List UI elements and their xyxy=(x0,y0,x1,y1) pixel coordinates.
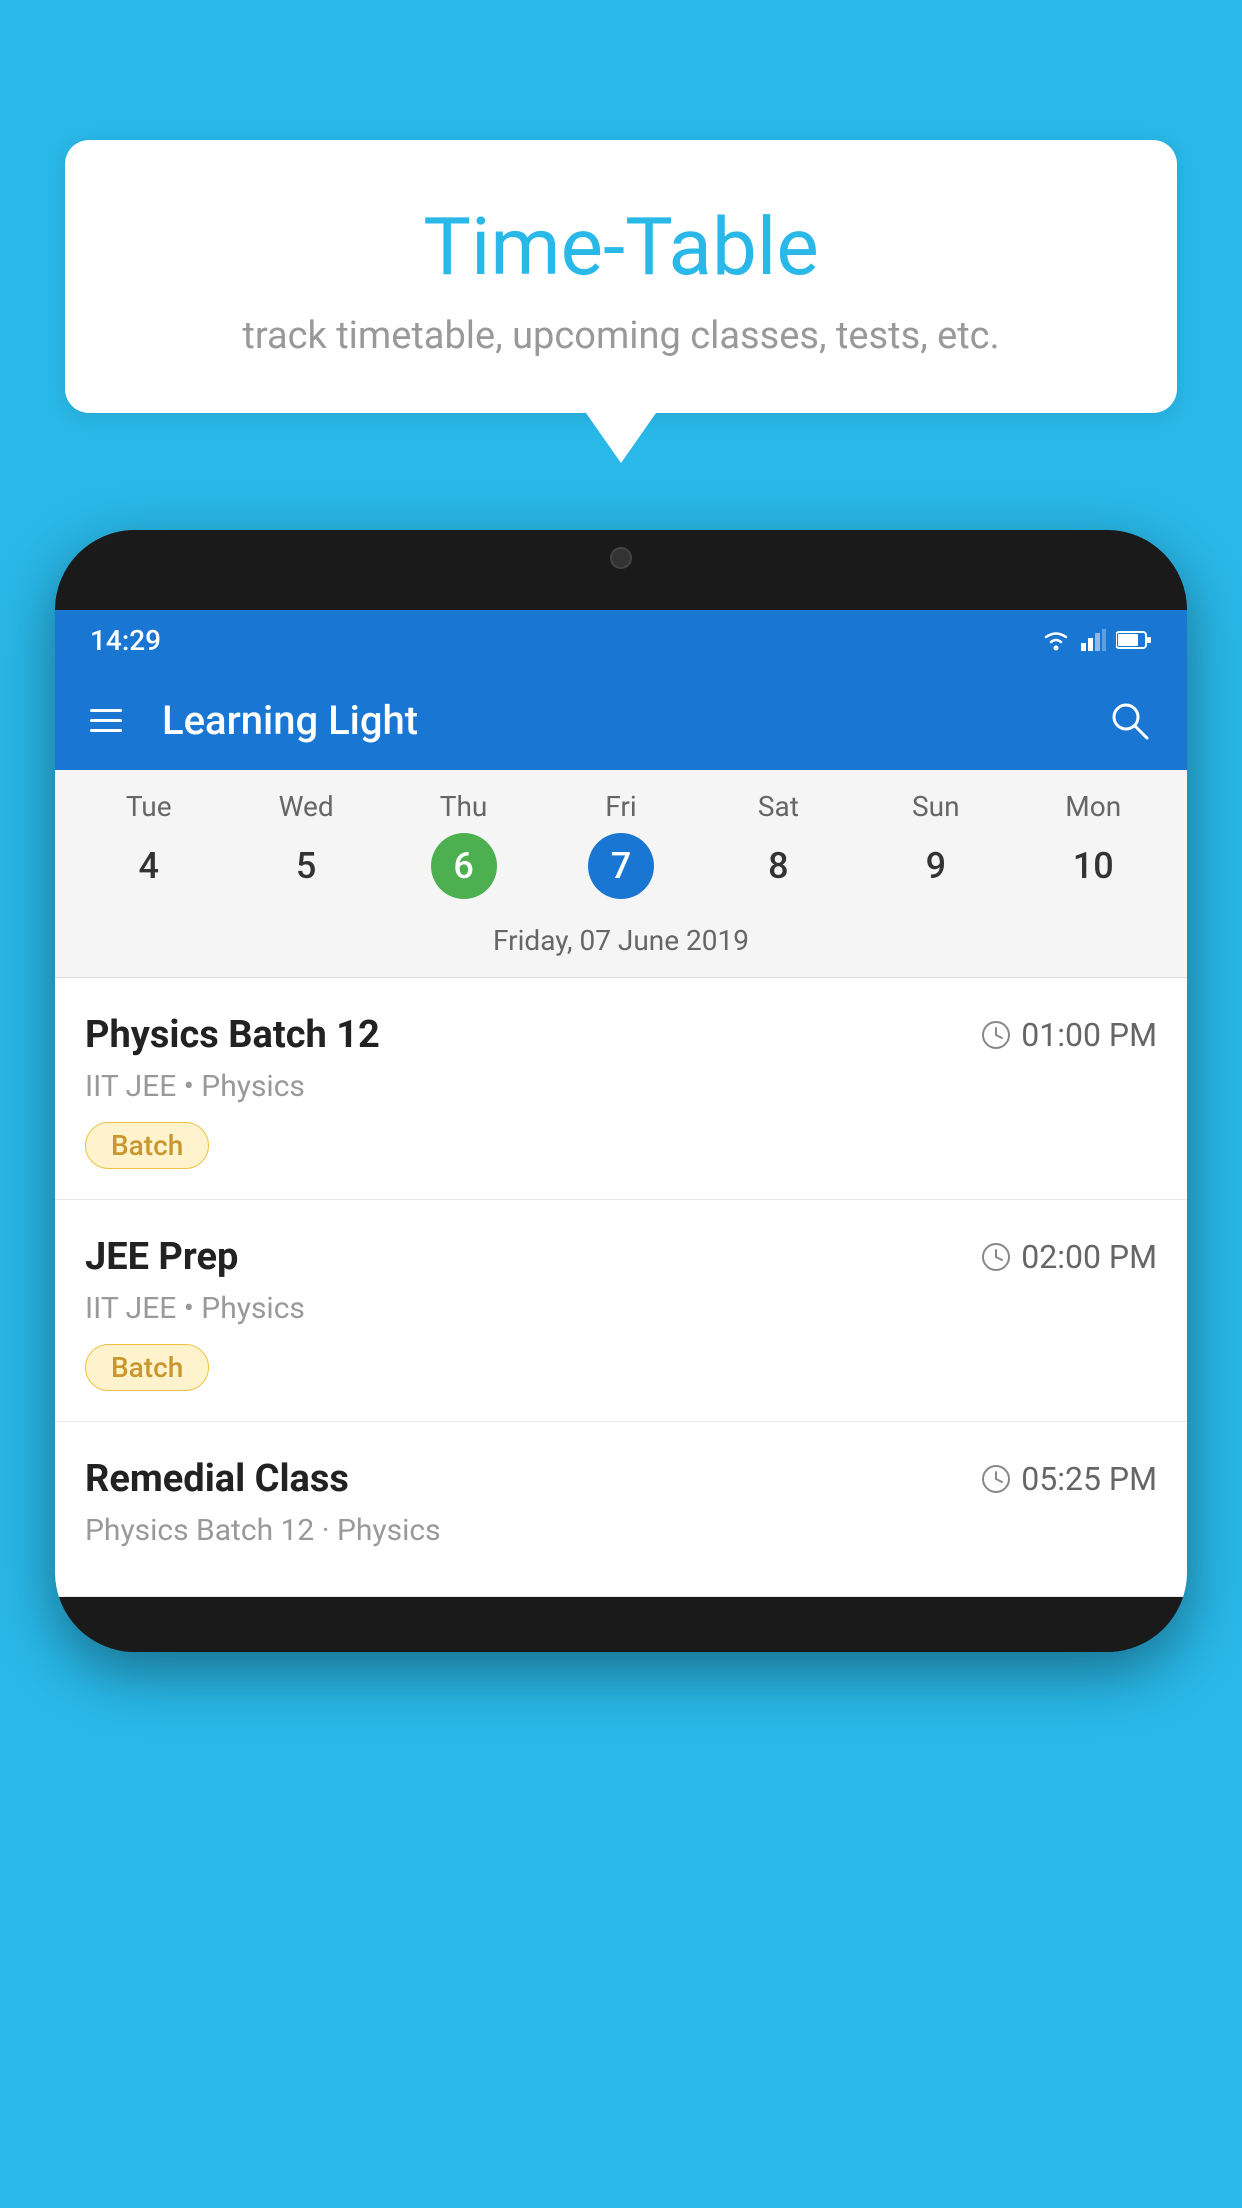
schedule-item-3[interactable]: Remedial Class 05:25 PM Physics Batch 12… xyxy=(55,1422,1187,1597)
phone-device: 14:29 xyxy=(55,530,1187,1652)
schedule-title-2: JEE Prep xyxy=(85,1235,238,1279)
schedule-item-header-2: JEE Prep 02:00 PM xyxy=(85,1235,1157,1279)
day-name-sat: Sat xyxy=(758,790,799,823)
day-name-fri: Fri xyxy=(605,790,636,823)
schedule-time-3: 05:25 PM xyxy=(981,1460,1157,1498)
day-name-wed: Wed xyxy=(279,790,334,823)
schedule-list: Physics Batch 12 01:00 PM IIT JEE • Phys… xyxy=(55,978,1187,1597)
day-name-tue: Tue xyxy=(126,790,172,823)
selected-date-label: Friday, 07 June 2019 xyxy=(55,909,1187,978)
app-bar: Learning Light xyxy=(55,670,1187,770)
app-title: Learning Light xyxy=(152,697,1077,744)
phone-top-bezel xyxy=(55,530,1187,610)
search-icon[interactable] xyxy=(1107,698,1152,743)
schedule-time-2: 02:00 PM xyxy=(981,1238,1157,1276)
clock-icon-1 xyxy=(981,1020,1011,1050)
batch-badge-1: Batch xyxy=(85,1122,209,1169)
day-sat[interactable]: Sat 8 xyxy=(700,790,857,899)
day-num-9: 9 xyxy=(903,833,969,899)
schedule-subtitle-3: Physics Batch 12 · Physics xyxy=(85,1513,1157,1548)
schedule-item-header-3: Remedial Class 05:25 PM xyxy=(85,1457,1157,1501)
phone-bottom-bezel xyxy=(55,1597,1187,1652)
feature-subtitle: track timetable, upcoming classes, tests… xyxy=(105,314,1137,358)
speech-bubble: Time-Table track timetable, upcoming cla… xyxy=(65,140,1177,413)
day-num-10: 10 xyxy=(1060,833,1126,899)
status-icons xyxy=(1041,629,1152,651)
schedule-item-2[interactable]: JEE Prep 02:00 PM IIT JEE • Physics Batc… xyxy=(55,1200,1187,1422)
clock-icon-3 xyxy=(981,1464,1011,1494)
schedule-time-1: 01:00 PM xyxy=(981,1016,1157,1054)
front-camera xyxy=(610,547,632,569)
day-num-5: 5 xyxy=(273,833,339,899)
hamburger-line xyxy=(90,709,122,712)
phone-notch xyxy=(561,530,681,585)
time-text-3: 05:25 PM xyxy=(1021,1460,1157,1498)
day-sun[interactable]: Sun 9 xyxy=(857,790,1014,899)
hamburger-line xyxy=(90,719,122,722)
status-bar: 14:29 xyxy=(55,610,1187,670)
feature-title: Time-Table xyxy=(105,200,1137,294)
day-num-6: 6 xyxy=(431,833,497,899)
day-tue[interactable]: Tue 4 xyxy=(70,790,227,899)
days-header: Tue 4 Wed 5 Thu 6 Fri 7 Sat 8 xyxy=(55,770,1187,909)
time-text-1: 01:00 PM xyxy=(1021,1016,1157,1054)
day-num-8: 8 xyxy=(745,833,811,899)
day-thu[interactable]: Thu 6 xyxy=(385,790,542,899)
day-wed[interactable]: Wed 5 xyxy=(227,790,384,899)
hamburger-menu-button[interactable] xyxy=(90,709,122,732)
day-name-sun: Sun xyxy=(912,790,960,823)
speech-bubble-container: Time-Table track timetable, upcoming cla… xyxy=(65,140,1177,463)
schedule-subtitle-1: IIT JEE • Physics xyxy=(85,1069,1157,1104)
battery-icon xyxy=(1116,630,1152,650)
clock-icon-2 xyxy=(981,1242,1011,1272)
day-num-4: 4 xyxy=(116,833,182,899)
schedule-item-1[interactable]: Physics Batch 12 01:00 PM IIT JEE • Phys… xyxy=(55,978,1187,1200)
signal-icon xyxy=(1081,629,1106,651)
speech-bubble-arrow xyxy=(586,413,656,463)
day-fri[interactable]: Fri 7 xyxy=(542,790,699,899)
day-num-7: 7 xyxy=(588,833,654,899)
calendar-section: Tue 4 Wed 5 Thu 6 Fri 7 Sat 8 xyxy=(55,770,1187,978)
day-mon[interactable]: Mon 10 xyxy=(1015,790,1172,899)
schedule-title-3: Remedial Class xyxy=(85,1457,349,1501)
hamburger-line xyxy=(90,729,122,732)
day-name-thu: Thu xyxy=(440,790,488,823)
phone-wrapper: 14:29 xyxy=(55,530,1187,2208)
schedule-subtitle-2: IIT JEE • Physics xyxy=(85,1291,1157,1326)
schedule-item-header-1: Physics Batch 12 01:00 PM xyxy=(85,1013,1157,1057)
batch-badge-2: Batch xyxy=(85,1344,209,1391)
schedule-title-1: Physics Batch 12 xyxy=(85,1013,380,1057)
wifi-icon xyxy=(1041,629,1071,651)
status-time: 14:29 xyxy=(90,624,161,657)
time-text-2: 02:00 PM xyxy=(1021,1238,1157,1276)
day-name-mon: Mon xyxy=(1065,790,1121,823)
